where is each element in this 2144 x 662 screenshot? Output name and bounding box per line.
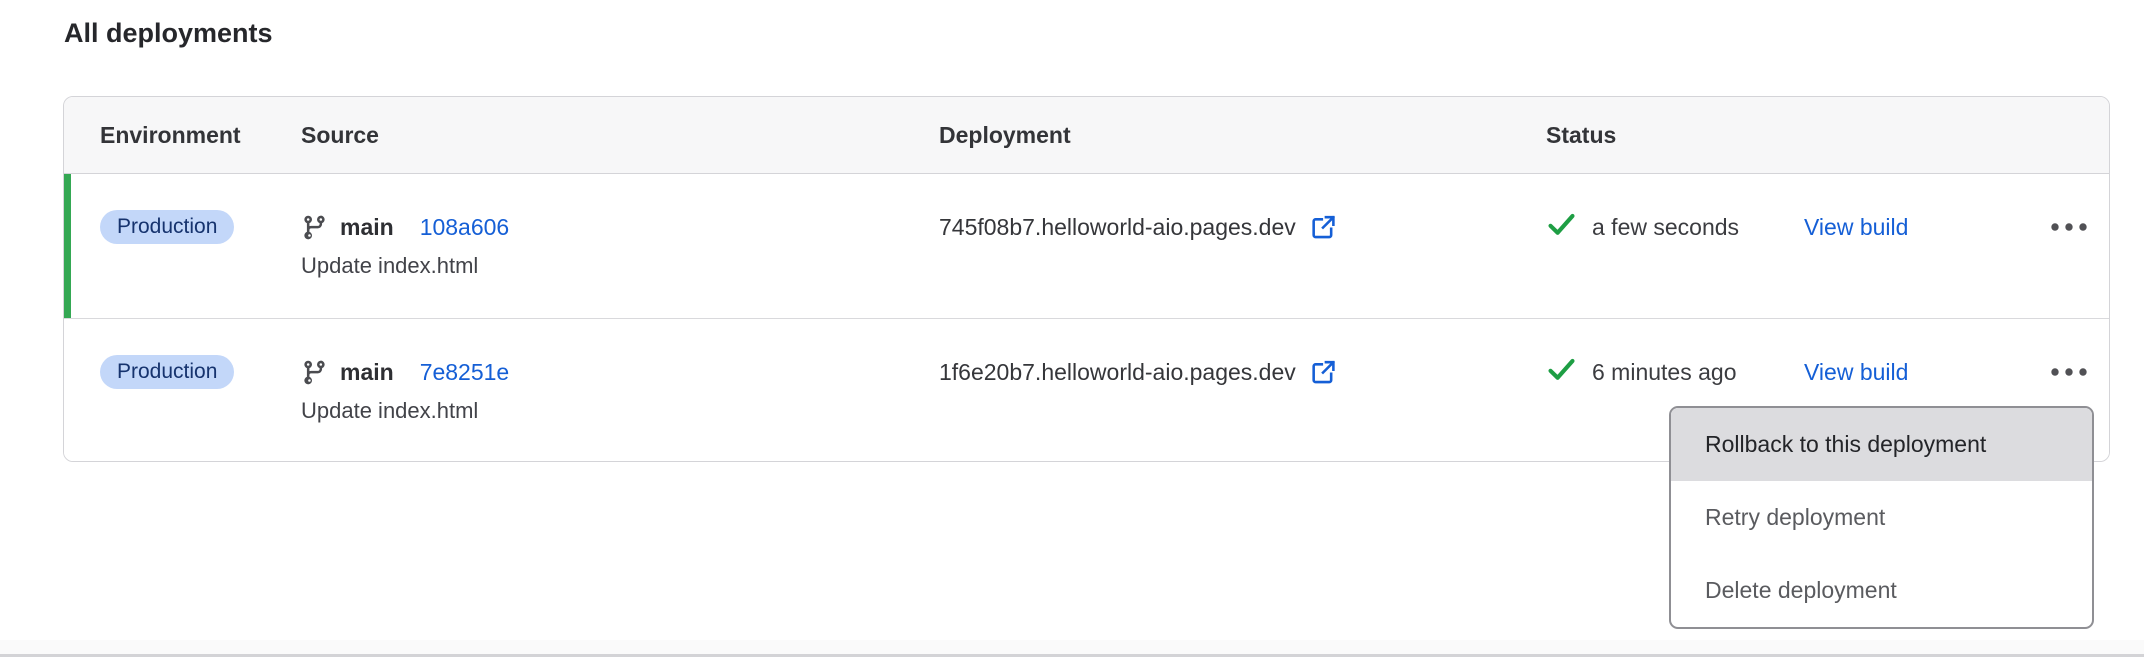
environment-badge: Production — [100, 355, 234, 389]
ellipsis-menu-button[interactable] — [2044, 218, 2094, 236]
status-cell: 6 minutes ago — [1546, 355, 1804, 389]
source-cell: main 7e8251e Update index.html — [301, 355, 939, 424]
environment-badge: Production — [100, 210, 234, 244]
external-link-icon[interactable] — [1309, 358, 1337, 386]
deployment-url: 1f6e20b7.helloworld-aio.pages.dev — [939, 359, 1296, 386]
source-cell: main 108a606 Update index.html — [301, 210, 939, 279]
branch-name: main — [340, 214, 394, 241]
menu-item-retry[interactable]: Retry deployment — [1671, 481, 2092, 554]
column-header-source: Source — [301, 122, 939, 149]
active-deployment-indicator — [64, 174, 71, 318]
git-branch-icon — [301, 359, 328, 386]
deployment-context-menu: Rollback to this deployment Retry deploy… — [1669, 406, 2094, 629]
git-branch-icon — [301, 214, 328, 241]
commit-message: Update index.html — [301, 398, 939, 424]
actions-cell — [2029, 355, 2109, 389]
menu-item-rollback[interactable]: Rollback to this deployment — [1671, 408, 2092, 481]
environment-cell: Production — [100, 355, 301, 389]
actions-cell — [2029, 210, 2109, 244]
deployment-url: 745f08b7.helloworld-aio.pages.dev — [939, 214, 1296, 241]
table-header-row: Environment Source Deployment Status — [64, 97, 2109, 174]
commit-message: Update index.html — [301, 253, 939, 279]
status-text: 6 minutes ago — [1592, 359, 1736, 386]
view-build-cell: View build — [1804, 355, 2029, 389]
footer-band — [0, 640, 2144, 654]
view-build-link[interactable]: View build — [1804, 214, 1908, 241]
deployment-row: Production main 108a606 Update index.htm… — [64, 174, 2109, 318]
commit-link[interactable]: 7e8251e — [420, 359, 510, 386]
deployment-cell: 1f6e20b7.helloworld-aio.pages.dev — [939, 355, 1546, 389]
status-cell: a few seconds — [1546, 210, 1804, 244]
commit-link[interactable]: 108a606 — [420, 214, 510, 241]
ellipsis-menu-button[interactable] — [2044, 363, 2094, 381]
external-link-icon[interactable] — [1309, 213, 1337, 241]
deployment-cell: 745f08b7.helloworld-aio.pages.dev — [939, 210, 1546, 244]
check-icon — [1546, 354, 1577, 391]
status-text: a few seconds — [1592, 214, 1739, 241]
column-header-deployment: Deployment — [939, 122, 1546, 149]
check-icon — [1546, 209, 1577, 246]
page-title: All deployments — [64, 18, 273, 49]
column-header-environment: Environment — [100, 122, 301, 149]
column-header-status: Status — [1546, 122, 1804, 149]
view-build-cell: View build — [1804, 210, 2029, 244]
view-build-link[interactable]: View build — [1804, 359, 1908, 386]
menu-item-delete[interactable]: Delete deployment — [1671, 554, 2092, 627]
branch-name: main — [340, 359, 394, 386]
environment-cell: Production — [100, 210, 301, 244]
bottom-divider — [0, 654, 2144, 657]
